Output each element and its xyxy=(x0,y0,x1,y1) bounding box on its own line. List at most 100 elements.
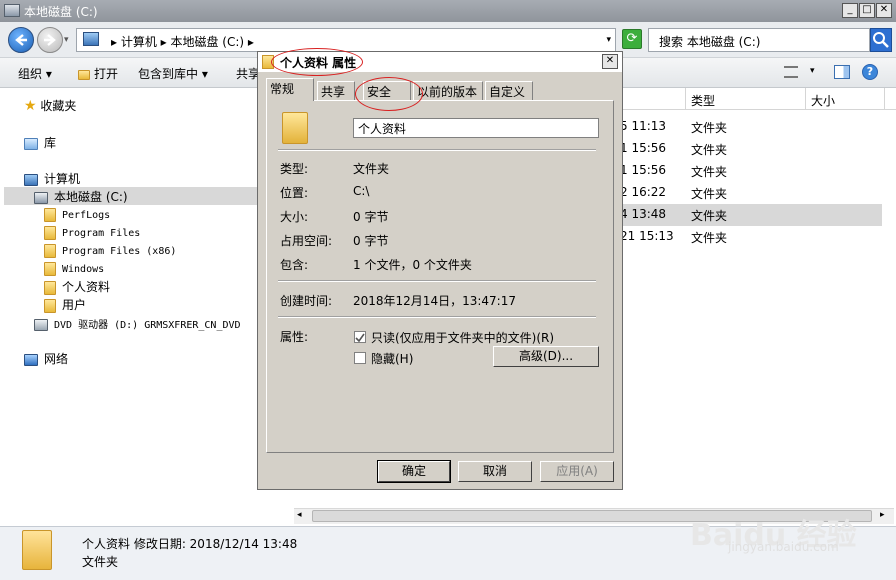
column-header-size[interactable]: 大小 xyxy=(811,92,835,109)
search-icon[interactable] xyxy=(870,28,892,52)
maximize-button[interactable]: □ xyxy=(859,3,875,18)
address-path: ▸ 计算机 ▸ 本地磁盘 (C:) ▸ xyxy=(111,35,254,49)
field-value-type: 文件夹 xyxy=(353,162,390,176)
watermark-url: jingyan.baidu.com xyxy=(728,540,839,554)
minimize-button[interactable]: _ xyxy=(842,3,858,18)
field-label-size: 大小: xyxy=(280,210,309,224)
star-icon: ★ xyxy=(24,98,37,114)
list-item[interactable]: 21 15:13 文件夹 xyxy=(620,226,882,248)
row-type: 文件夹 xyxy=(691,187,728,201)
row-type: 文件夹 xyxy=(691,231,728,245)
local-disk-label: 本地磁盘 (C:) xyxy=(54,190,128,204)
checkmark-icon xyxy=(355,333,365,343)
search-placeholder: 搜索 本地磁盘 (C:) xyxy=(659,35,761,49)
divider xyxy=(278,316,596,318)
sidebar-item-computer[interactable]: 计算机 xyxy=(24,170,80,187)
folder-icon xyxy=(44,298,56,313)
computer-icon xyxy=(24,173,38,186)
folder-icon xyxy=(282,112,308,144)
annotation-circle-title xyxy=(271,48,363,76)
tab-sharing[interactable]: 共享 xyxy=(317,81,355,100)
view-dropdown-icon[interactable]: ▾ xyxy=(810,66,815,76)
created-label: 创建时间: xyxy=(280,294,333,308)
window-title-bar: 本地磁盘 (C:) _ □ ✕ xyxy=(0,0,896,22)
annotation-circle-security-tab xyxy=(355,77,423,111)
row-type: 文件夹 xyxy=(691,143,728,157)
apply-button[interactable]: 应用(A) xyxy=(540,461,614,482)
folder-label: 个人资料 xyxy=(62,280,111,294)
status-name-date: 个人资料 修改日期: 2018/12/14 13:48 xyxy=(82,537,298,551)
close-button[interactable]: ✕ xyxy=(876,3,892,18)
folder-label: Program Files (x86) xyxy=(62,246,177,257)
sidebar-item-libraries[interactable]: 库 xyxy=(24,134,56,151)
list-item[interactable]: 1 15:56 文件夹 xyxy=(620,160,882,182)
list-item[interactable]: 1 15:56 文件夹 xyxy=(620,138,882,160)
address-input[interactable]: ▸ 计算机 ▸ 本地磁盘 (C:) ▸ ▾ xyxy=(76,28,616,52)
include-library-menu[interactable]: 包含到库中 ▾ xyxy=(138,65,208,82)
sidebar-folder[interactable]: Program Files xyxy=(44,226,140,240)
sidebar-folder[interactable]: Windows xyxy=(44,262,104,276)
forward-button[interactable] xyxy=(37,27,63,53)
scroll-left-icon[interactable]: ◂ xyxy=(297,510,302,520)
list-item[interactable]: 2 16:22 文件夹 xyxy=(620,182,882,204)
window-title: 本地磁盘 (C:) xyxy=(24,5,98,19)
field-label-location: 位置: xyxy=(280,186,309,200)
status-type: 文件夹 xyxy=(82,555,119,569)
tab-customize[interactable]: 自定义 xyxy=(485,81,533,100)
organize-menu[interactable]: 组织 ▾ xyxy=(18,65,52,82)
tab-general[interactable]: 常规 xyxy=(266,78,314,101)
row-date: 4 13:48 xyxy=(620,207,667,221)
tab-previous-versions[interactable]: 以前的版本 xyxy=(413,81,483,100)
arrow-right-icon xyxy=(44,34,56,46)
readonly-checkbox[interactable] xyxy=(354,331,366,343)
back-button[interactable] xyxy=(8,27,34,53)
search-input[interactable]: 搜索 本地磁盘 (C:) xyxy=(648,28,870,52)
sidebar-folder[interactable]: Program Files (x86) xyxy=(44,244,176,258)
navigation-pane xyxy=(0,88,258,524)
dvd-drive-icon xyxy=(34,319,48,331)
field-label-contains: 包含: xyxy=(280,258,309,272)
folder-icon xyxy=(44,208,56,222)
dvd-label: DVD 驱动器 (D:) GRMSXFRER_CN_DVD xyxy=(54,320,241,331)
network-label: 网络 xyxy=(44,352,69,366)
list-item[interactable]: 5 11:13 文件夹 xyxy=(620,116,882,138)
sidebar-item-local-disk[interactable]: 本地磁盘 (C:) xyxy=(34,188,128,205)
computer-icon xyxy=(83,32,99,46)
scroll-right-icon[interactable]: ▸ xyxy=(880,510,885,520)
open-button[interactable]: 打开 xyxy=(78,65,118,82)
hidden-checkbox[interactable] xyxy=(354,352,366,364)
sidebar-folder[interactable]: PerfLogs xyxy=(44,208,110,222)
list-item-selected[interactable]: 4 13:48 文件夹 xyxy=(620,204,882,226)
sidebar-item-network[interactable]: 网络 xyxy=(24,350,68,367)
folder-label: 用户 xyxy=(62,298,87,312)
address-dropdown-icon[interactable]: ▾ xyxy=(606,35,611,45)
hidden-label[interactable]: 隐藏(H) xyxy=(371,350,413,367)
sidebar-folder[interactable]: 用户 xyxy=(44,296,86,313)
row-type: 文件夹 xyxy=(691,209,728,223)
file-list-header: 类型 大小 xyxy=(620,88,896,110)
field-value-contains: 1 个文件，0 个文件夹 xyxy=(353,258,472,272)
advanced-button[interactable]: 高级(D)... xyxy=(493,346,599,367)
cancel-button[interactable]: 取消 xyxy=(458,461,532,482)
folder-open-icon xyxy=(78,69,90,80)
row-date: 21 15:13 xyxy=(620,229,674,243)
field-value-size: 0 字节 xyxy=(353,210,389,224)
refresh-button[interactable]: ⟳ xyxy=(622,29,642,49)
open-label: 打开 xyxy=(94,67,119,81)
favorites-label: 收藏夹 xyxy=(40,99,77,113)
field-value-size-on-disk: 0 字节 xyxy=(353,234,389,248)
folder-name-input[interactable] xyxy=(353,118,599,138)
preview-pane-icon[interactable] xyxy=(834,65,850,79)
ok-button[interactable]: 确定 xyxy=(377,460,451,483)
view-options-icon[interactable] xyxy=(784,66,798,78)
sidebar-item-favorites[interactable]: ★ 收藏夹 xyxy=(24,97,76,114)
readonly-label[interactable]: 只读(仅应用于文件夹中的文件)(R) xyxy=(371,329,554,346)
sidebar-folder[interactable]: 个人资料 xyxy=(44,278,110,295)
arrow-left-icon xyxy=(15,34,27,46)
dialog-close-button[interactable]: ✕ xyxy=(602,54,618,69)
row-date: 1 15:56 xyxy=(620,141,667,155)
column-header-type[interactable]: 类型 xyxy=(691,92,715,109)
history-dropdown-icon[interactable]: ▾ xyxy=(64,35,69,45)
help-icon[interactable]: ? xyxy=(862,64,878,80)
sidebar-item-dvd[interactable]: DVD 驱动器 (D:) GRMSXFRER_CN_DVD xyxy=(34,316,241,331)
